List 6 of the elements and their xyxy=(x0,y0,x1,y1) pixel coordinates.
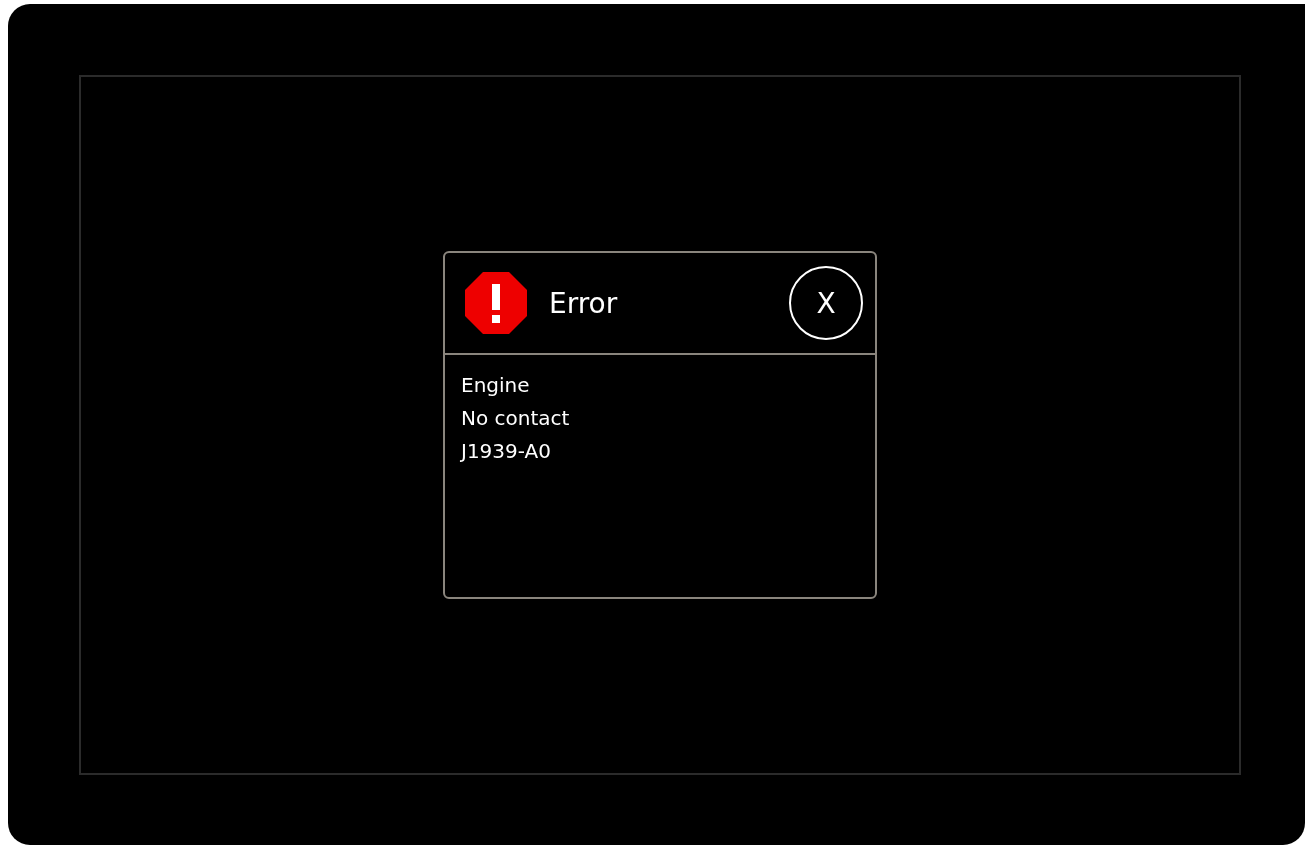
message-line: Engine xyxy=(461,372,531,399)
message-line: J1939-A0 xyxy=(461,438,552,465)
dialog-title: Error xyxy=(549,286,619,320)
message-line: No contact xyxy=(461,405,571,432)
error-icon xyxy=(465,272,527,334)
close-button[interactable]: X xyxy=(789,266,863,340)
